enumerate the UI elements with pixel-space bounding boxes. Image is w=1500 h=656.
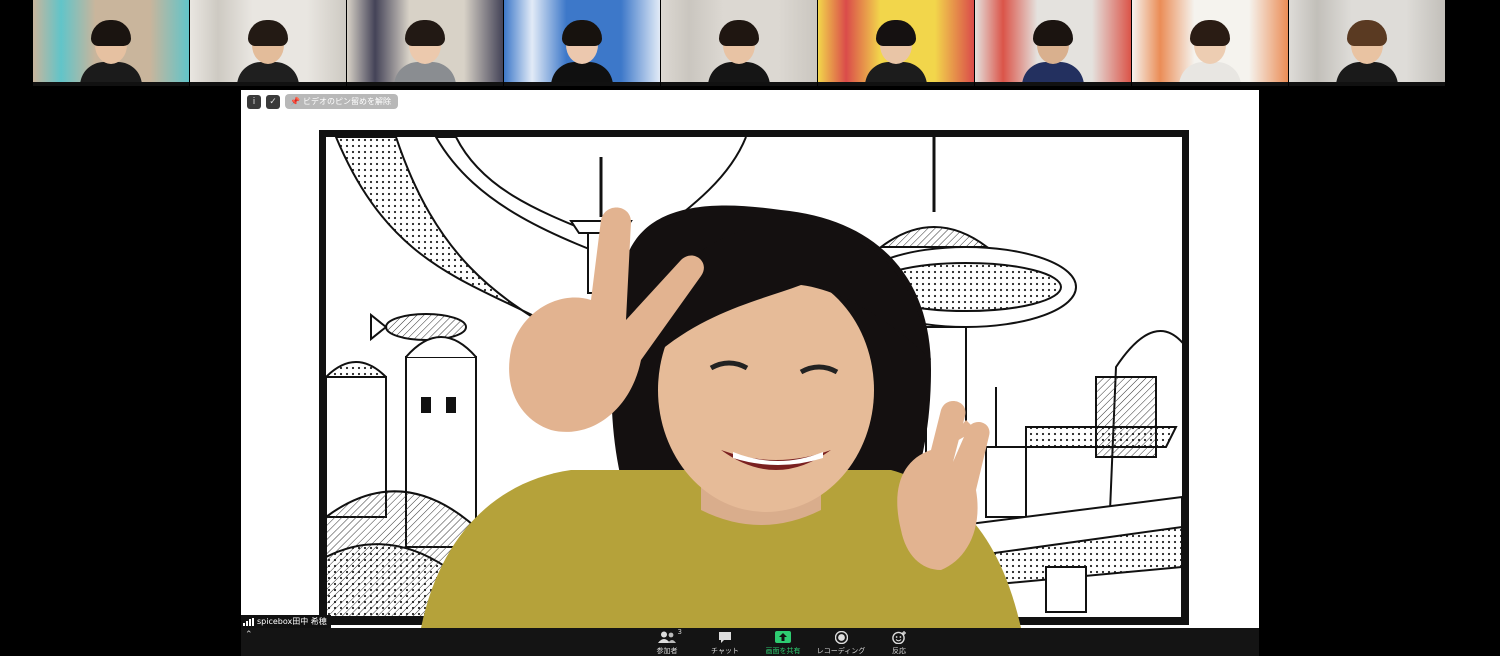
tile-footer [661,82,817,86]
participants-label: 参加者 [656,647,678,655]
participant-strip [33,0,1445,86]
participant-tile[interactable] [190,0,346,86]
pin-icon: 📌 [290,97,300,106]
tile-footer [1132,82,1288,86]
participant-figure [1179,16,1241,86]
participant-tile[interactable] [1132,0,1288,86]
participant-tile[interactable] [1289,0,1445,86]
participant-figure [1336,16,1398,86]
participant-figure [551,16,613,86]
manga-city-illustration [326,137,1182,618]
smiley-plus-icon [891,630,907,644]
share-screen-label: 画面を共有 [765,647,801,655]
unpin-video-label: ビデオのピン留めを解除 [302,97,391,106]
reactions-label: 反応 [892,647,906,655]
participant-figure [708,16,770,86]
chat-label: チャット [711,647,739,655]
record-icon [834,630,848,644]
caret-up-icon[interactable]: ⌃ [245,630,253,640]
tile-footer [33,82,189,86]
participant-tile[interactable] [818,0,974,86]
info-icon[interactable]: i [247,94,261,109]
participant-tile[interactable] [347,0,503,86]
participant-tile[interactable] [975,0,1131,86]
participant-tile[interactable] [504,0,660,86]
share-screen-icon [775,630,791,644]
tile-footer [190,82,346,86]
participant-tile[interactable] [661,0,817,86]
participant-tile[interactable] [33,0,189,86]
unpin-video-button[interactable]: 📌 ビデオのピン留めを解除 [285,94,398,109]
record-label: レコーディング [816,647,866,655]
signal-icon [243,617,254,626]
tile-footer [504,82,660,86]
participant-figure [80,16,142,86]
reactions-button[interactable]: 反応 [881,630,917,656]
meeting-toolbar: ⌃ 3 参加者 チャット 画面を共有 レコーディング 反応 [241,628,1259,656]
chat-button[interactable]: チャット [707,630,743,656]
participant-figure [1022,16,1084,86]
virtual-background [319,130,1189,625]
chat-icon [718,630,732,644]
participant-name-tag: spicebox田中 希穂 [241,615,331,628]
participant-name: spicebox田中 希穂 [257,617,327,626]
participant-figure [237,16,299,86]
participant-figure [394,16,456,86]
tile-footer [1289,82,1445,86]
tile-footer [347,82,503,86]
video-controls: i ✓ 📌 ビデオのピン留めを解除 [247,94,398,109]
share-screen-button[interactable]: 画面を共有 [765,630,801,656]
pinned-video[interactable]: i ✓ 📌 ビデオのピン留めを解除 spicebox田中 希穂 [241,90,1259,628]
tile-footer [975,82,1131,86]
participant-figure [865,16,927,86]
shield-icon[interactable]: ✓ [266,94,280,109]
participants-count: 3 [677,628,682,636]
record-button[interactable]: レコーディング [817,630,865,656]
tile-footer [818,82,974,86]
participants-button[interactable]: 3 参加者 [649,628,685,656]
participants-icon: 3 [658,628,682,644]
